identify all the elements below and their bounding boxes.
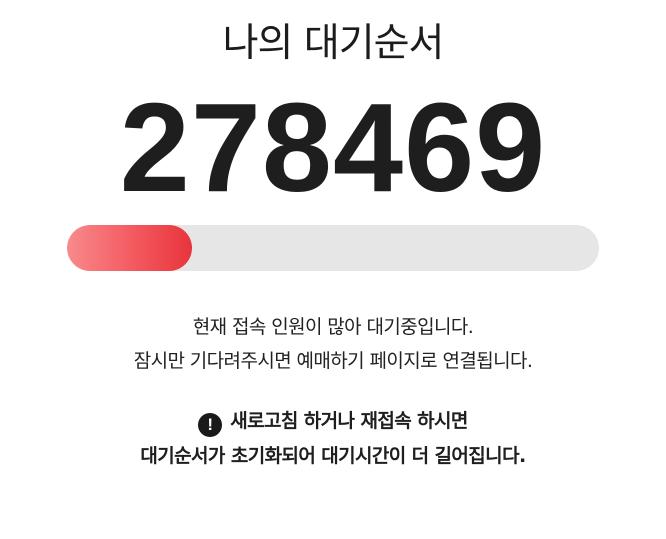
progress-bar-fill xyxy=(67,225,193,271)
info-message: 현재 접속 인원이 많아 대기중입니다. 잠시만 기다려주시면 예매하기 페이지… xyxy=(0,310,666,378)
exclamation-circle-icon: ! xyxy=(198,413,223,437)
warning-line-2: 대기순서가 초기화되어 대기시간이 더 길어집니다. xyxy=(140,445,526,467)
info-line-1: 현재 접속 인원이 많아 대기중입니다. xyxy=(192,316,474,338)
queue-number: 278469 xyxy=(119,77,547,218)
info-line-2: 잠시만 기다려주시면 예매하기 페이지로 연결됩니다. xyxy=(133,350,533,372)
warning-message: ! 새로고침 하거나 재접속 하시면 대기순서가 초기화되어 대기시간이 더 길어… xyxy=(0,404,666,474)
warning-line-1: 새로고침 하거나 재접속 하시면 xyxy=(230,410,468,432)
progress-bar xyxy=(67,225,599,271)
queue-title: 나의 대기순서 xyxy=(222,21,445,66)
